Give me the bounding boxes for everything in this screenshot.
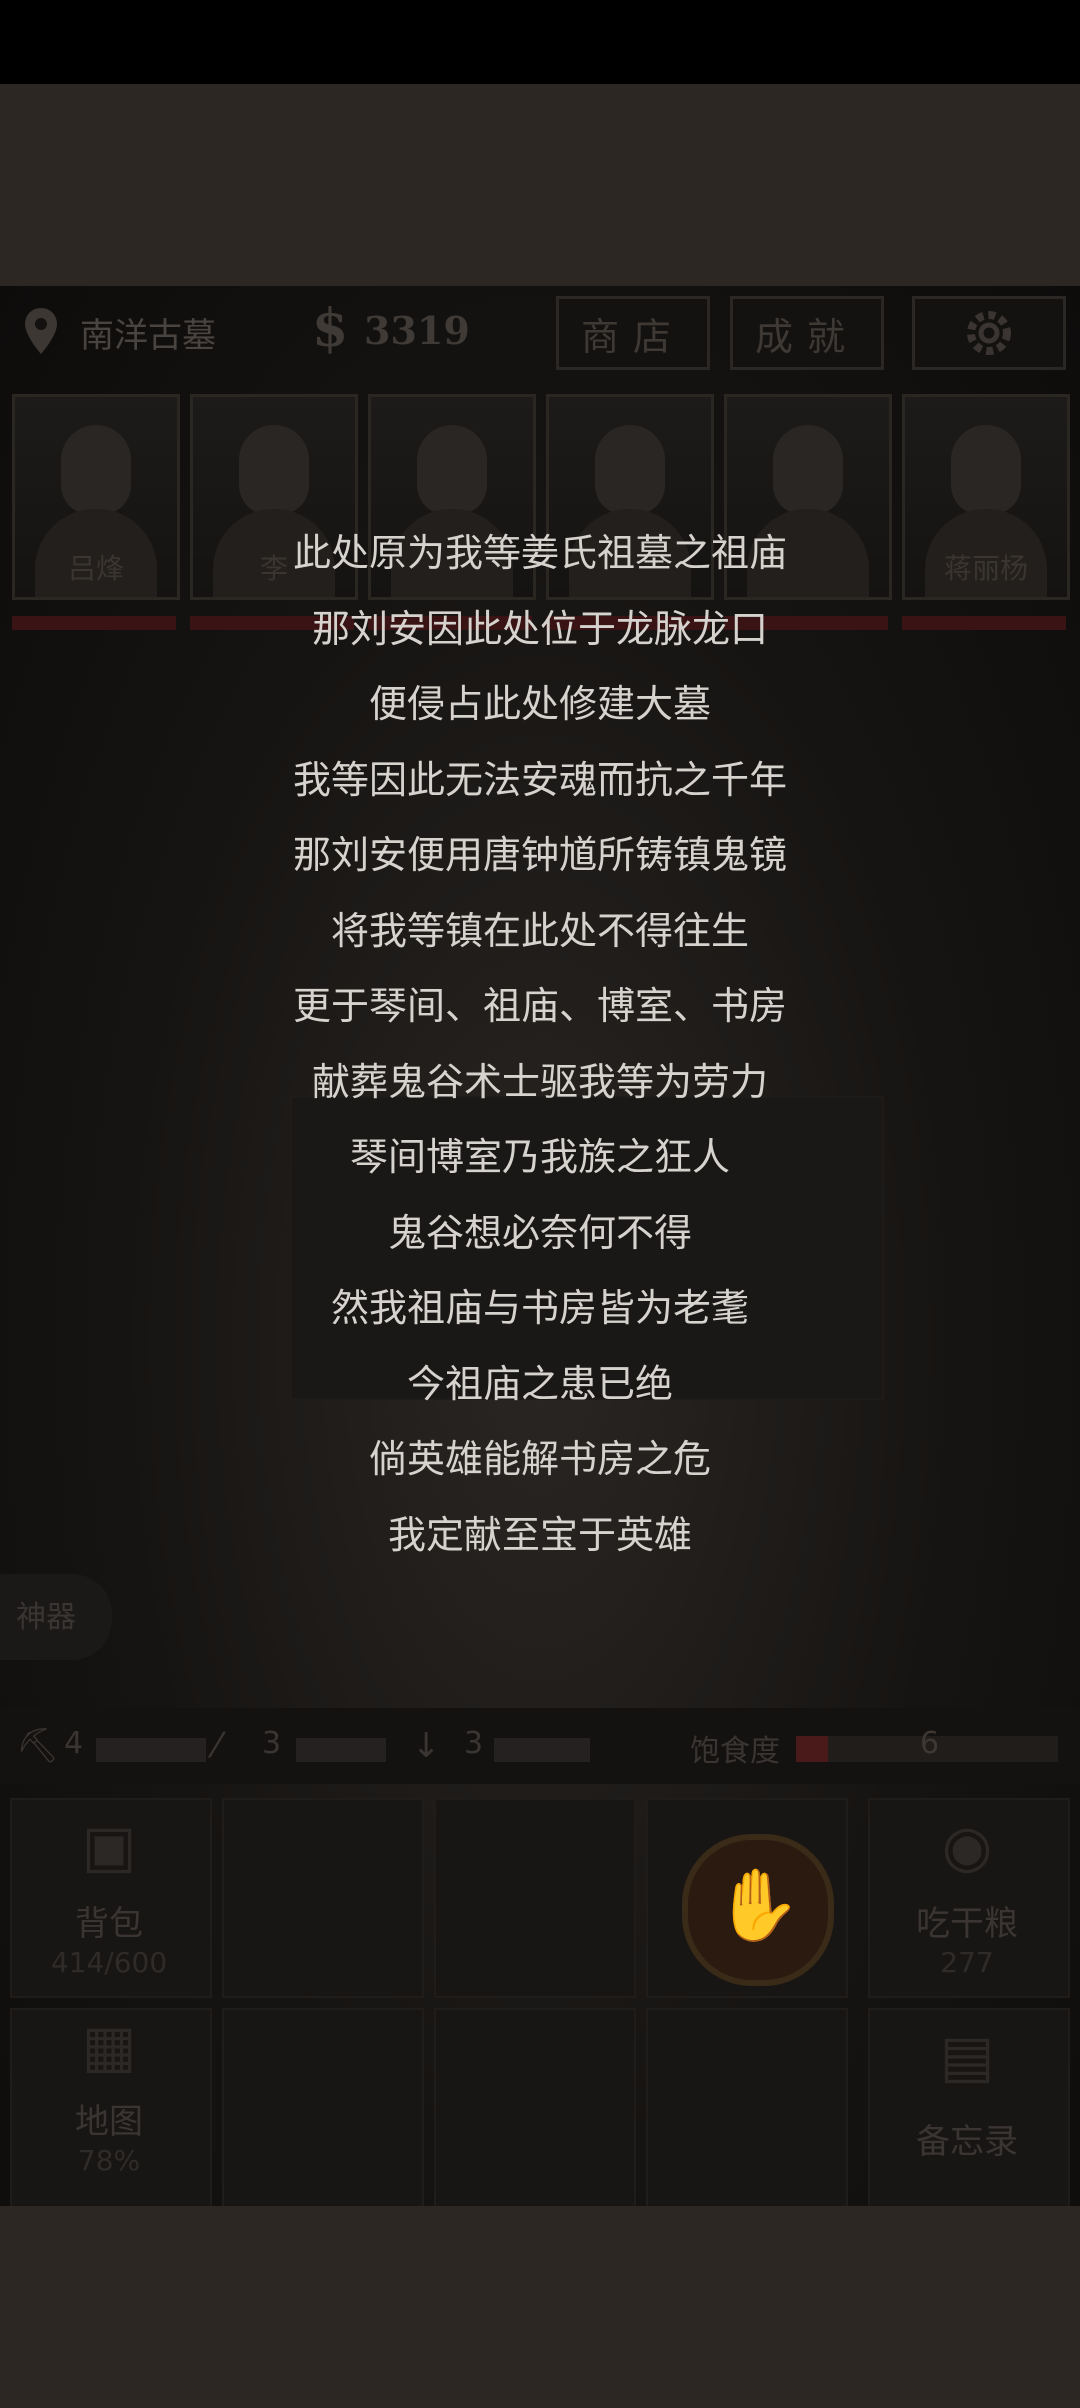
achievements-button[interactable]: 成就: [730, 296, 884, 370]
move-left-button[interactable]: [222, 2008, 424, 2206]
portrait-face: [951, 425, 1021, 515]
move-down-button[interactable]: [434, 2008, 636, 2206]
shovel-icon: ↓: [412, 1726, 441, 1766]
portrait-face: [773, 425, 843, 515]
rations-bag-icon: ◉: [941, 1812, 993, 1880]
crowbar-count: 3: [262, 1726, 282, 1761]
hand-icon: ✋: [714, 1864, 802, 1946]
dollar-icon: $: [312, 298, 349, 359]
story-line: 献葬鬼谷术士驱我等为劳力: [311, 1059, 768, 1104]
story-line: 今祖庙之患已绝: [406, 1361, 673, 1406]
inventory-slot[interactable]: [222, 1798, 424, 1998]
map-label: 地图: [75, 2102, 143, 2142]
story-line: 此处原为我等姜氏祖墓之祖庙: [292, 531, 787, 575]
story-line: 便侵占此处修建大墓: [368, 682, 711, 726]
shovel-count: 3: [464, 1726, 484, 1761]
story-line: 那刘安因此处位于龙脉龙口: [311, 606, 768, 651]
story-line: 将我等镇在此处不得往生: [330, 908, 749, 953]
portrait-face: [595, 425, 665, 515]
story-line: 倘英雄能解书房之危: [368, 1437, 711, 1481]
top-banner: [0, 84, 1080, 286]
settings-button[interactable]: [912, 296, 1066, 370]
portrait-face: [417, 425, 487, 515]
crowbar-icon: ⁄: [214, 1726, 220, 1766]
story-line: 鬼谷想必奈何不得: [387, 1210, 692, 1255]
story-dialogue[interactable]: 此处原为我等姜氏祖墓之祖庙 那刘安因此处位于龙脉龙口 便侵占此处修建大墓 我等因…: [0, 516, 1080, 1573]
portrait-face: [239, 425, 309, 515]
status-bar: [0, 0, 1080, 84]
map-pin-icon: [25, 308, 57, 354]
top-bar: 南洋古墓 $ 3319 商店 成就: [0, 286, 1080, 376]
story-line: 那刘安便用唐钟馗所铸镇鬼镜: [292, 833, 787, 877]
map-icon: ▦: [81, 2012, 137, 2080]
hunger-label: 饱食度: [690, 1734, 780, 1769]
artifact-label: 神器: [16, 1600, 76, 1635]
hunger-value: 6: [920, 1726, 940, 1761]
money-amount: 3319: [364, 308, 470, 353]
pickaxe-count: 4: [64, 1726, 84, 1761]
backpack-icon: ▣: [81, 1812, 137, 1880]
rations-count: 277: [940, 1946, 994, 1979]
gear-icon: [967, 311, 1011, 355]
memo-book-icon: ▤: [939, 2022, 995, 2090]
location-name: 南洋古墓: [80, 316, 216, 356]
shop-button[interactable]: 商店: [556, 296, 710, 370]
pickaxe-icon: ⛏: [16, 1726, 60, 1766]
portrait-face: [61, 425, 131, 515]
eat-rations-label: 吃干粮: [916, 1904, 1018, 1944]
map-progress: 78%: [77, 2144, 141, 2177]
bottom-banner: [0, 2206, 1080, 2408]
crowbar-durability-bar: [296, 1738, 386, 1762]
pickaxe-durability-bar: [96, 1738, 206, 1762]
hunger-bar-fill: [796, 1736, 828, 1762]
backpack-label: 背包: [75, 1904, 143, 1944]
story-line: 我定献至宝于英雄: [387, 1512, 692, 1557]
story-line: 然我祖庙与书房皆为老耄: [330, 1286, 749, 1330]
story-line: 我等因此无法安魂而抗之千年: [292, 757, 787, 802]
story-line: 琴间博室乃我族之狂人: [349, 1135, 730, 1179]
move-up-button[interactable]: [434, 1798, 636, 1998]
shovel-durability-bar: [494, 1738, 590, 1762]
move-right-button[interactable]: [646, 2008, 848, 2206]
memo-label: 备忘录: [916, 2122, 1018, 2162]
story-line: 更于琴间、祖庙、博室、书房: [292, 984, 787, 1028]
backpack-capacity: 414/600: [50, 1946, 168, 1979]
game-screen: 南洋古墓 $ 3319 商店 成就 吕烽 李 蒋丽杨 神器 ⛏ 4 ⁄ 3 ↓ …: [0, 286, 1080, 2206]
